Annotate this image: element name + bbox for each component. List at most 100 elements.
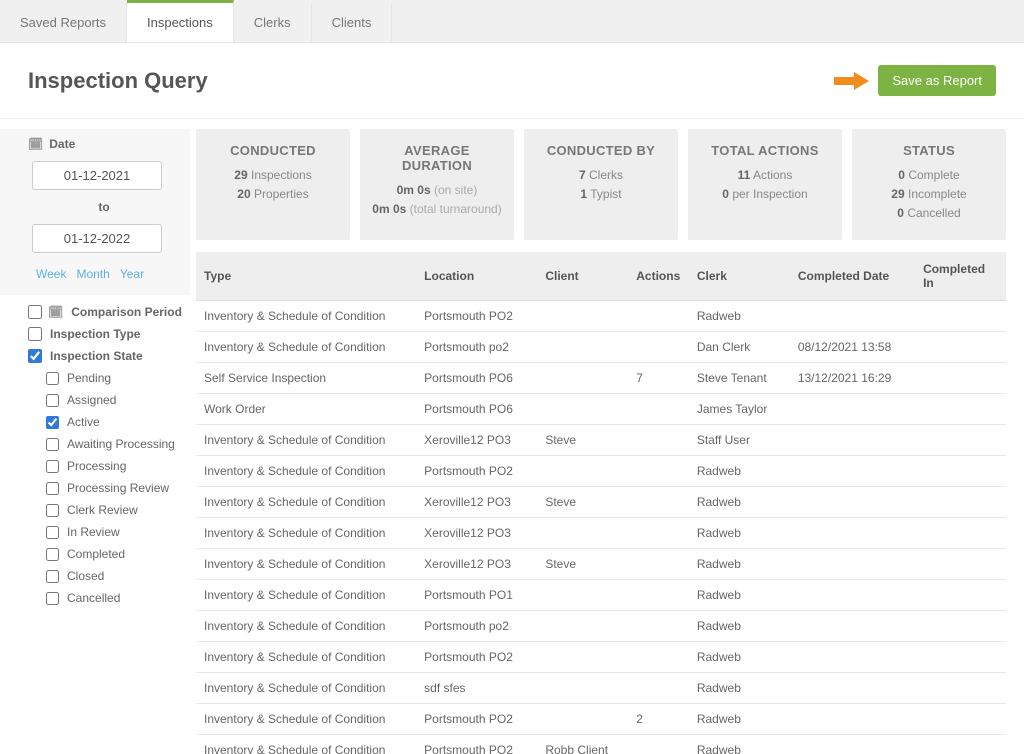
cell-client [537, 672, 628, 703]
table-row[interactable]: Inventory & Schedule of Conditionsdf sfe… [196, 672, 1006, 703]
col-completed-date[interactable]: Completed Date [790, 252, 915, 301]
col-clerk[interactable]: Clerk [689, 252, 790, 301]
inspection-type-label: Inspection Type [50, 327, 140, 341]
date-from-input[interactable] [32, 161, 162, 190]
col-completed-in[interactable]: Completed In [915, 252, 1006, 301]
inspections-table: Type Location Client Actions Clerk Compl… [196, 252, 1006, 754]
cell-actions [628, 641, 689, 672]
state-checkbox-in-review[interactable] [46, 526, 59, 539]
table-row[interactable]: Inventory & Schedule of ConditionPortsmo… [196, 300, 1006, 331]
avg-onsite-value: 0m 0s [397, 183, 431, 197]
cell-client [537, 393, 628, 424]
table-row[interactable]: Work OrderPortsmouth PO6James Taylor [196, 393, 1006, 424]
cell-actions [628, 579, 689, 610]
cell-cin [915, 703, 1006, 734]
filter-inspection-type-row: Inspection Type [0, 323, 190, 345]
save-as-report-button[interactable]: Save as Report [878, 65, 996, 96]
state-row-processing: Processing [46, 455, 190, 477]
table-row[interactable]: Inventory & Schedule of ConditionPortsmo… [196, 734, 1006, 754]
cell-cin [915, 641, 1006, 672]
cell-client: Steve [537, 548, 628, 579]
cell-cdate: 08/12/2021 13:58 [790, 331, 915, 362]
date-to-label: to [28, 200, 180, 214]
cell-cdate [790, 672, 915, 703]
state-label: Processing Review [67, 481, 169, 495]
cell-clerk: Radweb [689, 672, 790, 703]
cell-cdate [790, 610, 915, 641]
cell-client: Robb Client [537, 734, 628, 754]
cell-type: Inventory & Schedule of Condition [196, 331, 416, 362]
quick-month[interactable]: Month [76, 267, 109, 281]
table-row[interactable]: Inventory & Schedule of ConditionPortsmo… [196, 455, 1006, 486]
table-row[interactable]: Inventory & Schedule of ConditionPortsmo… [196, 610, 1006, 641]
cell-location: Portsmouth PO2 [416, 641, 537, 672]
table-header-row: Type Location Client Actions Clerk Compl… [196, 252, 1006, 301]
state-row-assigned: Assigned [46, 389, 190, 411]
state-checkbox-closed[interactable] [46, 570, 59, 583]
state-checkbox-assigned[interactable] [46, 394, 59, 407]
cell-type: Inventory & Schedule of Condition [196, 672, 416, 703]
cell-type: Self Service Inspection [196, 362, 416, 393]
cell-location: Portsmouth PO2 [416, 455, 537, 486]
inspection-state-checkbox[interactable] [28, 349, 42, 363]
cell-clerk: James Taylor [689, 393, 790, 424]
table-row[interactable]: Inventory & Schedule of ConditionXerovil… [196, 486, 1006, 517]
status-complete-count: 0 [898, 168, 905, 182]
state-checkbox-clerk-review[interactable] [46, 504, 59, 517]
cell-cdate [790, 300, 915, 331]
comparison-checkbox[interactable] [28, 305, 42, 319]
state-label: Awaiting Processing [67, 437, 175, 451]
table-row[interactable]: Inventory & Schedule of ConditionPortsmo… [196, 641, 1006, 672]
cell-cin [915, 486, 1006, 517]
state-checkbox-pending[interactable] [46, 372, 59, 385]
tab-inspections[interactable]: Inspections [127, 0, 234, 42]
cell-client [537, 300, 628, 331]
state-row-closed: Closed [46, 565, 190, 587]
date-to-input[interactable] [32, 224, 162, 253]
cell-clerk: Radweb [689, 517, 790, 548]
filter-date-header: 🗓 Date [28, 137, 180, 151]
state-row-active: Active [46, 411, 190, 433]
inspection-state-list: PendingAssignedActiveAwaiting Processing… [0, 367, 190, 609]
state-checkbox-processing[interactable] [46, 460, 59, 473]
col-actions[interactable]: Actions [628, 252, 689, 301]
card-conducted: CONDUCTED 29 Inspections 20 Properties [196, 129, 350, 240]
summary-cards: CONDUCTED 29 Inspections 20 Properties A… [196, 129, 1006, 240]
cell-location: Portsmouth PO2 [416, 300, 537, 331]
state-row-cancelled: Cancelled [46, 587, 190, 609]
tab-bar: Saved Reports Inspections Clerks Clients [0, 0, 1024, 43]
state-checkbox-cancelled[interactable] [46, 592, 59, 605]
quick-week[interactable]: Week [36, 267, 66, 281]
table-row[interactable]: Self Service InspectionPortsmouth PO67St… [196, 362, 1006, 393]
state-row-awaiting-processing: Awaiting Processing [46, 433, 190, 455]
table-row[interactable]: Inventory & Schedule of ConditionXerovil… [196, 424, 1006, 455]
tab-clerks[interactable]: Clerks [234, 3, 312, 42]
state-label: Active [67, 415, 100, 429]
table-row[interactable]: Inventory & Schedule of ConditionXerovil… [196, 517, 1006, 548]
table-row[interactable]: Inventory & Schedule of ConditionPortsmo… [196, 579, 1006, 610]
tab-saved-reports[interactable]: Saved Reports [0, 3, 127, 42]
inspection-type-checkbox[interactable] [28, 327, 42, 341]
state-checkbox-completed[interactable] [46, 548, 59, 561]
filter-sidebar: 🗓 Date to Week Month Year 🗓 Comparison P… [0, 119, 190, 754]
card-avg-duration: AVERAGE DURATION 0m 0s (on site) 0m 0s (… [360, 129, 514, 240]
state-checkbox-active[interactable] [46, 416, 59, 429]
col-client[interactable]: Client [537, 252, 628, 301]
col-location[interactable]: Location [416, 252, 537, 301]
cell-cin [915, 455, 1006, 486]
table-row[interactable]: Inventory & Schedule of ConditionXerovil… [196, 548, 1006, 579]
quick-year[interactable]: Year [120, 267, 144, 281]
cell-cdate [790, 548, 915, 579]
col-type[interactable]: Type [196, 252, 416, 301]
cell-cin [915, 331, 1006, 362]
cell-client: Steve [537, 424, 628, 455]
state-checkbox-processing-review[interactable] [46, 482, 59, 495]
state-label: In Review [67, 525, 120, 539]
table-row[interactable]: Inventory & Schedule of ConditionPortsmo… [196, 703, 1006, 734]
tab-clients[interactable]: Clients [312, 3, 393, 42]
cell-type: Inventory & Schedule of Condition [196, 548, 416, 579]
inspection-state-label: Inspection State [50, 349, 143, 363]
table-row[interactable]: Inventory & Schedule of ConditionPortsmo… [196, 331, 1006, 362]
state-checkbox-awaiting-processing[interactable] [46, 438, 59, 451]
cell-type: Inventory & Schedule of Condition [196, 486, 416, 517]
